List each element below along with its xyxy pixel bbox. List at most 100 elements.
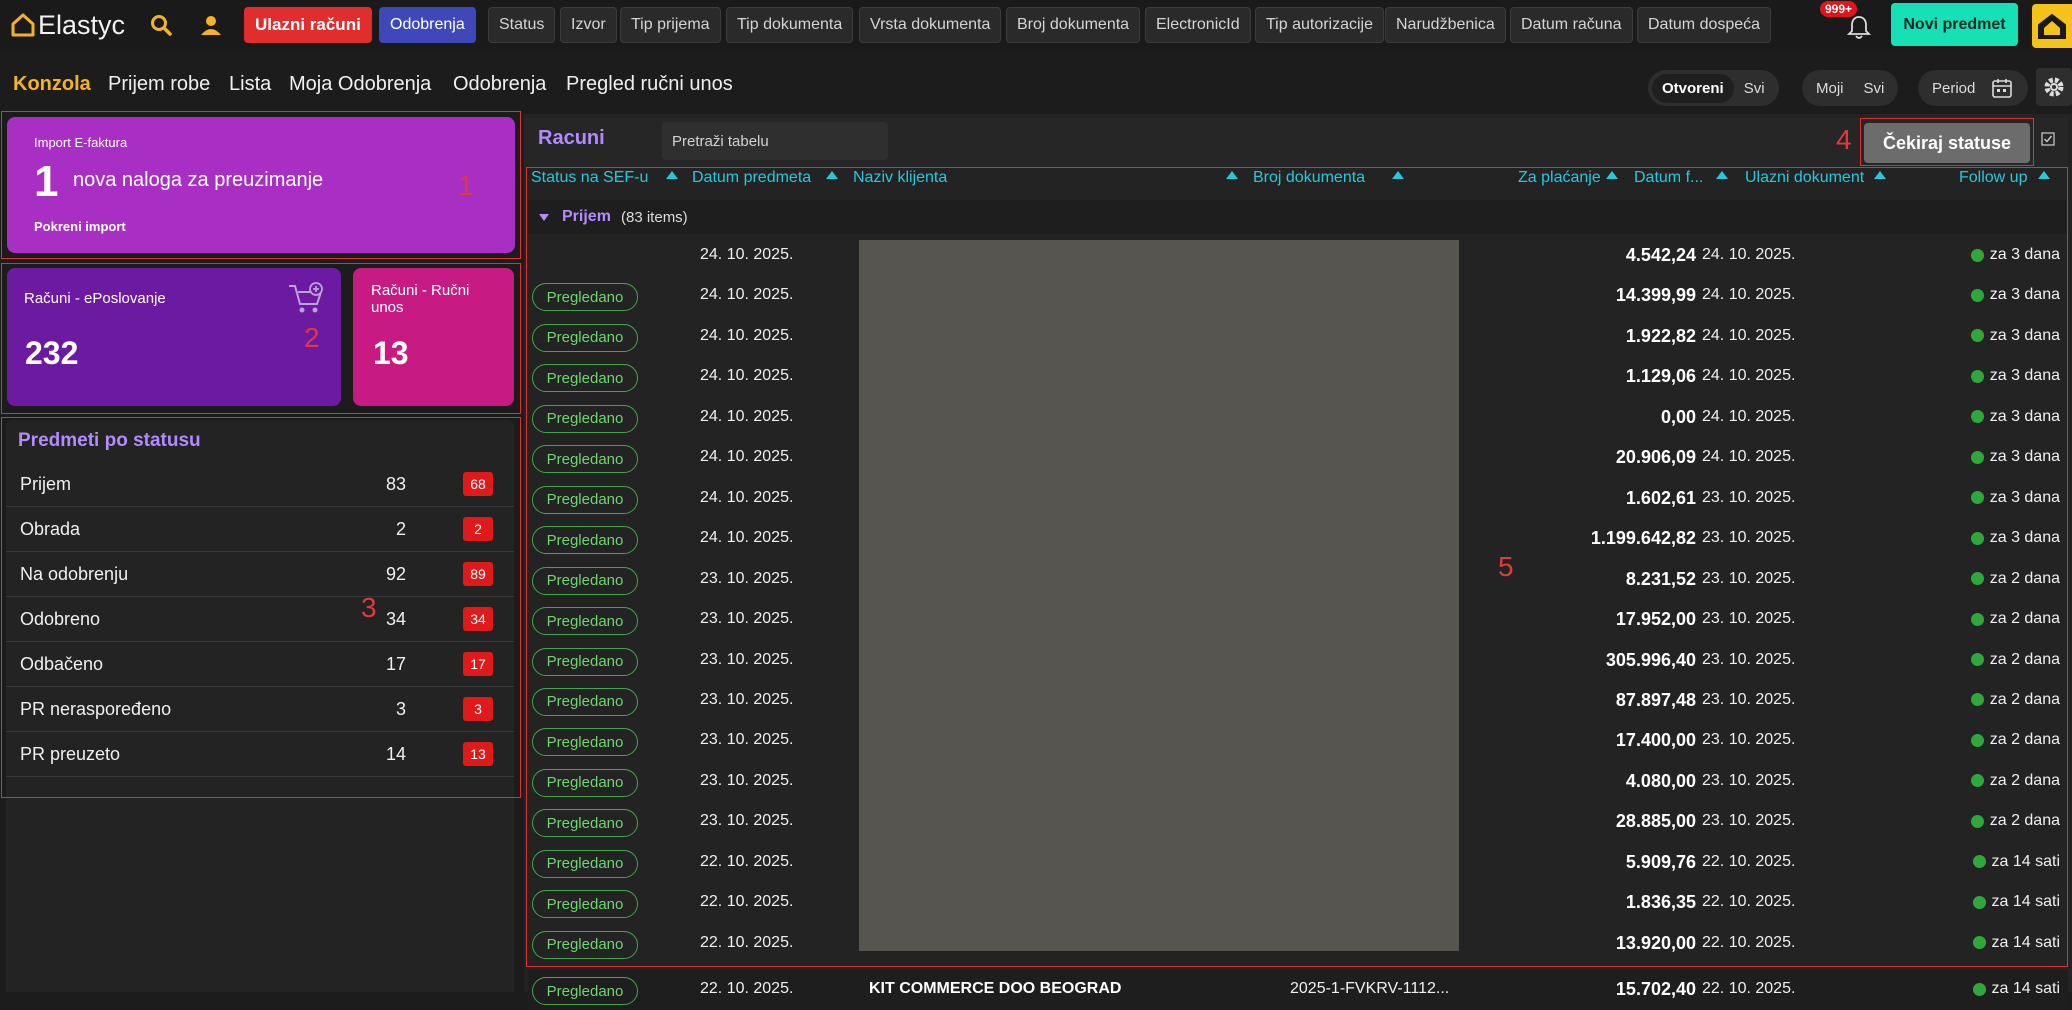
filter-datum-dospeca[interactable]: Datum dospeća <box>1637 7 1772 43</box>
green-dot-icon <box>1970 531 1984 545</box>
col-follow-up[interactable]: Follow up <box>1959 169 2027 187</box>
cell-due: 23. 10. 2025. <box>1702 731 1796 749</box>
follow-up-text: za 2 dana <box>1989 771 2060 789</box>
cell-amount: 4.080,00 <box>1625 770 1696 791</box>
filter-tip-dokumenta[interactable]: Tip dokumenta <box>726 7 854 43</box>
annotation-label-3: 3 <box>361 592 377 623</box>
col-datum-f[interactable]: Datum f... <box>1634 169 1703 187</box>
home-logo-icon <box>11 13 35 37</box>
cell-date: 23. 10. 2025. <box>700 569 794 587</box>
cell-amount: 8.231,52 <box>1625 568 1696 589</box>
rucni-unos-card[interactable]: Računi - Ručni unos 13 <box>353 268 514 406</box>
user-icon[interactable] <box>196 10 226 40</box>
import-action[interactable]: Pokreni import <box>34 219 126 234</box>
follow-up-text: za 14 sati <box>1991 893 2060 911</box>
status-count: 14 <box>385 743 406 764</box>
status-count: 34 <box>385 608 406 629</box>
filter-datum-racuna[interactable]: Datum računa <box>1510 7 1633 43</box>
col-za-placanje[interactable]: Za plaćanje <box>1518 169 1601 187</box>
status-row[interactable]: Prijem 83 68 <box>6 462 514 507</box>
col-ulazni-dokument[interactable]: Ulazni dokument <box>1745 169 1864 187</box>
cell-follow-up: za 3 dana <box>1970 448 2060 466</box>
status-row[interactable]: Na odobrenju 92 89 <box>6 552 514 597</box>
col-naziv-klijenta[interactable]: Naziv klijenta <box>853 169 947 187</box>
cell-amount: 14.399,99 <box>1615 285 1696 306</box>
status-pill: Pregledano <box>532 890 638 919</box>
status-row[interactable]: Odbačeno 17 17 <box>6 642 514 687</box>
ulazni-racuni-button[interactable]: Ulazni računi <box>244 7 372 43</box>
eposlovanje-card[interactable]: Računi - ePoslovanje 232 <box>7 268 341 406</box>
cell-date: 23. 10. 2025. <box>700 731 794 749</box>
cell-follow-up: za 3 dana <box>1970 327 2060 345</box>
status-pill: Pregledano <box>532 364 638 393</box>
cell-amount: 1.922,82 <box>1625 325 1696 346</box>
cell-amount: 17.400,00 <box>1615 730 1696 751</box>
sort-arrow-icon[interactable] <box>2038 171 2050 179</box>
toggle-svi-2[interactable]: Svi <box>1854 74 1895 103</box>
cell-date: 24. 10. 2025. <box>700 448 794 466</box>
status-row[interactable]: Odobreno 34 34 <box>6 597 514 642</box>
sort-arrow-icon[interactable] <box>826 171 838 179</box>
cell-follow-up: za 2 dana <box>1970 651 2060 669</box>
cell-due: 23. 10. 2025. <box>1702 529 1796 547</box>
checkbox-icon[interactable] <box>2041 132 2055 146</box>
nav-konzola[interactable]: Konzola <box>13 73 91 96</box>
cell-follow-up: za 3 dana <box>1970 489 2060 507</box>
toggle-otvoreni[interactable]: Otvoreni <box>1652 73 1734 103</box>
filter-izvor[interactable]: Izvor <box>560 7 617 43</box>
green-dot-icon <box>1970 410 1984 424</box>
annotation-label-4: 4 <box>1836 124 1852 155</box>
col-datum-predmeta[interactable]: Datum predmeta <box>692 169 811 187</box>
cell-date: 23. 10. 2025. <box>700 610 794 628</box>
group-row-prijem[interactable]: Prijem (83 items) <box>528 200 2068 234</box>
cell-date: 24. 10. 2025. <box>700 246 794 263</box>
status-pill: Pregledano <box>532 687 638 716</box>
table-search-input[interactable] <box>662 122 888 160</box>
status-pill: Pregledano <box>532 566 638 595</box>
status-row[interactable]: Obrada 2 2 <box>6 507 514 552</box>
nav-moja-odobrenja[interactable]: Moja Odobrenja <box>289 73 431 96</box>
col-status-sef[interactable]: Status na SEF-u <box>531 169 648 187</box>
status-label: PR neraspoređeno <box>20 698 172 719</box>
nav-odobrenja[interactable]: Odobrenja <box>453 73 546 96</box>
import-card[interactable]: Import E-faktura 1 nova naloga za preuzi… <box>7 117 515 253</box>
filter-narudzbenica[interactable]: Narudžbenica <box>1385 7 1506 43</box>
sort-arrow-icon[interactable] <box>666 171 678 179</box>
app-home-icon[interactable] <box>2032 4 2072 48</box>
nav-pregled-rucni-unos[interactable]: Pregled ručni unos <box>566 73 733 96</box>
filter-broj-dokumenta[interactable]: Broj dokumenta <box>1006 7 1141 43</box>
sort-arrow-icon[interactable] <box>1392 171 1404 179</box>
cell-client: KIT COMMERCE DOO BEOGRAD <box>869 980 1122 997</box>
toggle-moji[interactable]: Moji <box>1806 74 1854 103</box>
caret-down-icon[interactable] <box>538 213 550 222</box>
filter-vrsta-dokumenta[interactable]: Vrsta dokumenta <box>859 7 1002 43</box>
filter-status[interactable]: Status <box>488 7 556 43</box>
nav-lista[interactable]: Lista <box>229 73 271 96</box>
period-button[interactable]: Period <box>1918 70 2028 106</box>
filter-electronic-id[interactable]: ElectronicId <box>1145 7 1251 43</box>
sort-arrow-icon[interactable] <box>1716 171 1728 179</box>
gear-icon[interactable] <box>2036 68 2072 106</box>
nav-prijem-robe[interactable]: Prijem robe <box>108 73 210 96</box>
cell-amount: 1.129,06 <box>1625 366 1696 387</box>
sort-arrow-icon[interactable] <box>1226 171 1238 179</box>
odobrenja-button[interactable]: Odobrenja <box>379 7 476 43</box>
cell-due: 23. 10. 2025. <box>1702 812 1796 830</box>
follow-up-text: za 3 dana <box>1989 367 2060 385</box>
status-row[interactable]: PR preuzeto 14 13 <box>6 732 514 777</box>
table-row[interactable]: Pregledano 22. 10. 2025. KIT COMMERCE DO… <box>528 970 2068 1010</box>
app-logo[interactable]: Elastyc <box>10 8 125 42</box>
toggle-svi[interactable]: Svi <box>1734 74 1775 103</box>
cell-date: 23. 10. 2025. <box>700 771 794 789</box>
search-icon[interactable] <box>146 10 176 40</box>
green-dot-icon <box>1970 733 1984 747</box>
filter-tip-autorizacije[interactable]: Tip autorizacije <box>1255 7 1385 43</box>
green-dot-icon <box>1972 936 1986 950</box>
sort-arrow-icon[interactable] <box>1874 171 1886 179</box>
filter-tip-prijema[interactable]: Tip prijema <box>620 7 721 43</box>
sort-arrow-icon[interactable] <box>1606 171 1618 179</box>
new-item-button[interactable]: Novi predmet <box>1891 3 2018 46</box>
status-row[interactable]: PR neraspoređeno 3 3 <box>6 687 514 732</box>
col-broj-dokumenta[interactable]: Broj dokumenta <box>1253 169 1365 187</box>
check-statuses-button[interactable]: Čekiraj statuse <box>1864 123 2030 163</box>
